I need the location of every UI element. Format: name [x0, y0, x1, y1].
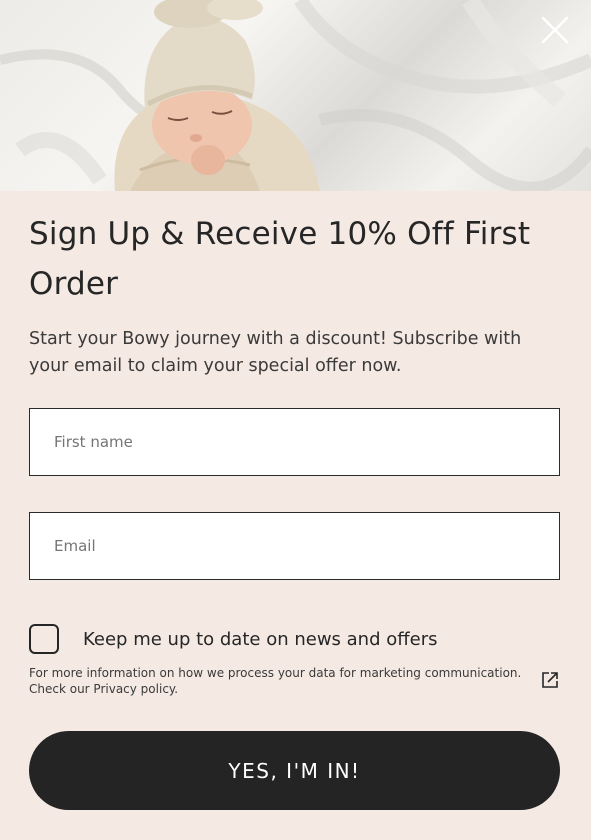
external-link-icon[interactable]: [540, 670, 560, 690]
privacy-notice: For more information on how we process y…: [29, 666, 560, 697]
hero-image: [0, 0, 591, 191]
signup-popup: Sign Up & Receive 10% Off First Order St…: [0, 0, 591, 840]
popup-content: Sign Up & Receive 10% Off First Order St…: [29, 191, 560, 697]
consent-checkbox[interactable]: [29, 624, 59, 654]
baby-illustration: [0, 0, 591, 191]
popup-subtitle: Start your Bowy journey with a discount!…: [29, 329, 522, 376]
popup-title: Sign Up & Receive 10% Off First Order: [29, 216, 531, 302]
consent-label: Keep me up to date on news and offers: [83, 628, 438, 650]
first-name-input[interactable]: [29, 408, 560, 476]
submit-button[interactable]: YES, I'M IN!: [29, 731, 560, 810]
consent-row: Keep me up to date on news and offers: [29, 624, 560, 654]
email-input[interactable]: [29, 512, 560, 580]
close-button[interactable]: [541, 16, 573, 48]
close-icon: [541, 16, 569, 44]
privacy-text: For more information on how we process y…: [29, 666, 522, 696]
